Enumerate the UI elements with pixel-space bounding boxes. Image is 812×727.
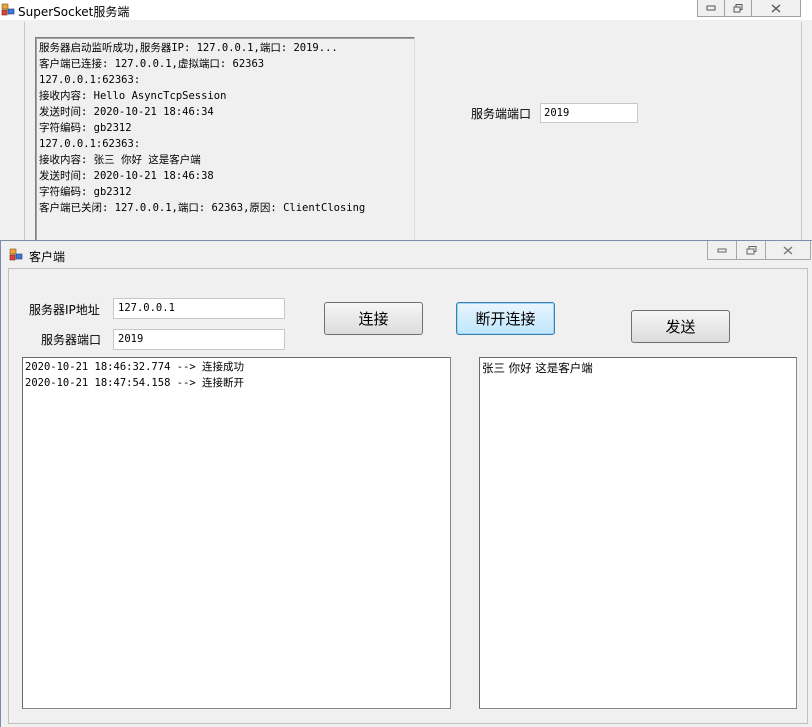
log-line: 字符编码: gb2312 <box>39 186 132 198</box>
server-port-input[interactable]: 2019 <box>540 103 638 123</box>
maximize-icon <box>746 245 756 254</box>
close-icon <box>771 3 781 13</box>
ip-input[interactable]: 127.0.0.1 <box>113 298 285 319</box>
send-button[interactable]: 发送 <box>631 310 730 343</box>
server-window: SuperSocket服务端 服务器启动监听成功,服务器IP: 127.0.0.… <box>0 0 812 245</box>
server-port-label: 服务端端口 <box>471 107 532 121</box>
ip-label: 服务器IP地址 <box>29 303 100 317</box>
connect-button[interactable]: 连接 <box>324 302 423 335</box>
list-item[interactable]: 2020-10-21 18:46:32.774 --> 连接成功 <box>25 359 450 375</box>
port-label: 服务器端口 <box>41 333 102 347</box>
minimize-button[interactable] <box>707 241 737 260</box>
client-titlebar[interactable]: 客户端 <box>1 241 812 267</box>
server-titlebar[interactable]: SuperSocket服务端 <box>0 0 812 20</box>
log-line: 127.0.0.1:62363: <box>39 74 141 86</box>
log-line: 发送时间: 2020-10-21 18:46:34 <box>39 106 214 118</box>
log-line: 127.0.0.1:62363: <box>39 138 141 150</box>
message-text: 张三 你好 这是客户端 <box>482 361 593 375</box>
log-line: 字符编码: gb2312 <box>39 122 132 134</box>
minimize-icon <box>717 248 727 253</box>
close-icon <box>783 245 793 255</box>
maximize-icon <box>733 3 743 12</box>
log-line: 客户端已关闭: 127.0.0.1,端口: 62363,原因: ClientCl… <box>39 202 366 214</box>
minimize-icon <box>706 5 716 11</box>
minimize-button[interactable] <box>697 0 725 17</box>
list-item[interactable]: 2020-10-21 18:47:54.158 --> 连接断开 <box>25 375 450 391</box>
maximize-button[interactable] <box>736 241 766 260</box>
log-line: 接收内容: Hello AsyncTcpSession <box>39 90 227 102</box>
window-title: SuperSocket服务端 <box>18 5 130 19</box>
close-button[interactable] <box>751 0 801 17</box>
log-line: 客户端已连接: 127.0.0.1,虚拟端口: 62363 <box>39 58 265 70</box>
client-log-listbox[interactable]: 2020-10-21 18:46:32.774 --> 连接成功 2020-10… <box>22 357 451 709</box>
window-title: 客户端 <box>29 250 66 264</box>
log-line: 接收内容: 张三 你好 这是客户端 <box>39 154 201 166</box>
log-line: 发送时间: 2020-10-21 18:46:38 <box>39 170 214 182</box>
log-line: 服务器启动监听成功,服务器IP: 127.0.0.1,端口: 2019... <box>39 42 338 54</box>
app-icon <box>1 3 15 16</box>
close-button[interactable] <box>765 241 811 260</box>
disconnect-button[interactable]: 断开连接 <box>456 302 555 335</box>
server-log-textbox[interactable]: 服务器启动监听成功,服务器IP: 127.0.0.1,端口: 2019... 客… <box>35 37 415 243</box>
client-client-area: 服务器IP地址 127.0.0.1 服务器端口 2019 连接 断开连接 发送 … <box>8 268 808 724</box>
app-icon <box>9 248 23 261</box>
port-input[interactable]: 2019 <box>113 329 285 350</box>
client-window: 客户端 服务器IP地址 127.0.0.1 服务器端口 2019 连接 断开连接… <box>0 240 812 727</box>
message-input[interactable]: 张三 你好 这是客户端 <box>479 357 797 709</box>
maximize-button[interactable] <box>724 0 752 17</box>
